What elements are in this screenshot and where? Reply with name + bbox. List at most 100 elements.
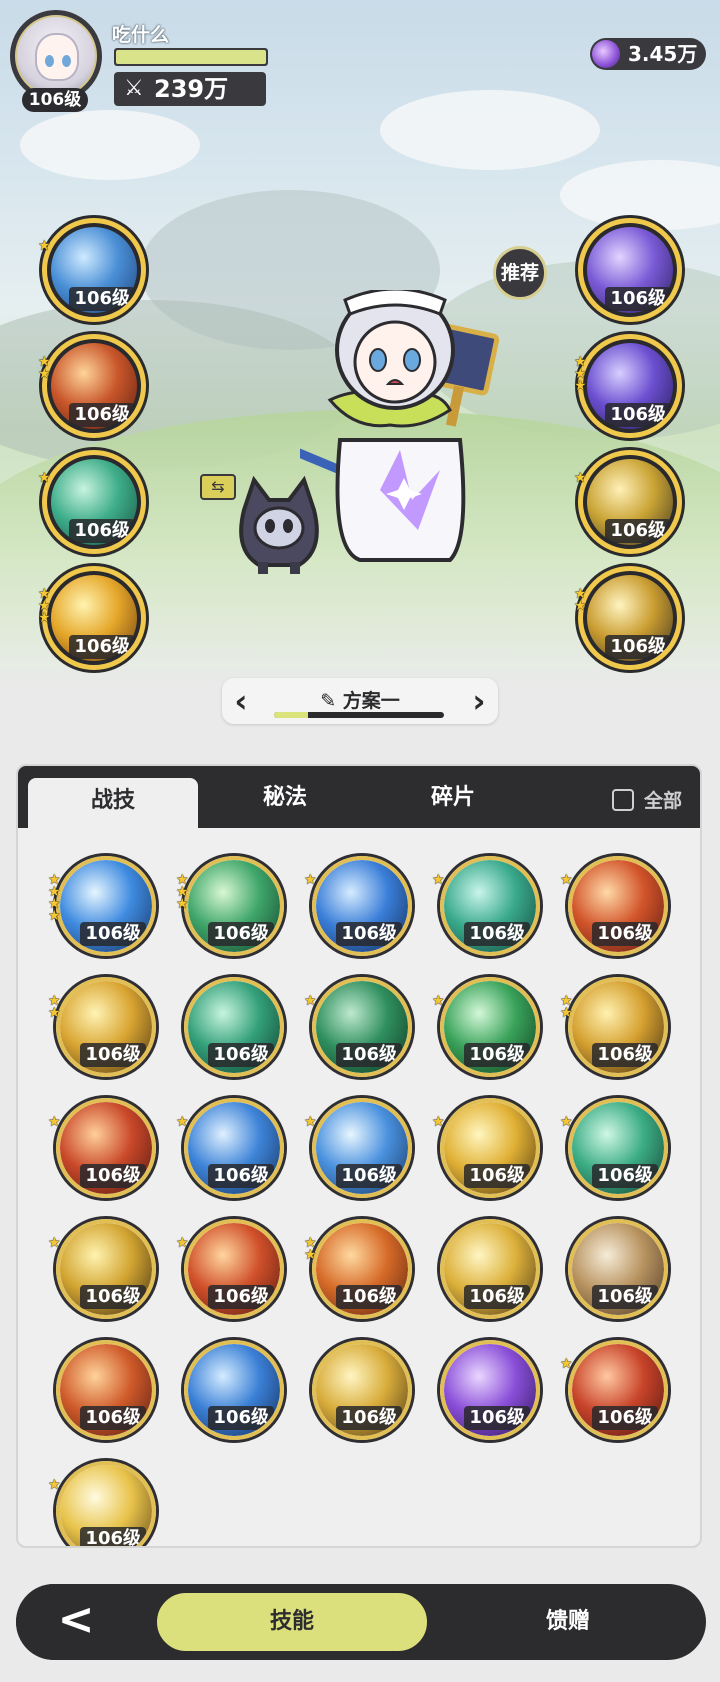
- cloud: [20, 110, 200, 180]
- chevron-left-icon: <: [57, 1594, 95, 1645]
- skill-item[interactable]: 106级 ★: [176, 1094, 292, 1206]
- skill-item[interactable]: 106级 ★ ★: [304, 1215, 420, 1327]
- equipped-skill-slot[interactable]: 106级: [42, 218, 146, 322]
- skill-item[interactable]: 106级 ★: [432, 1094, 548, 1206]
- skill-level: 106级: [592, 1406, 658, 1430]
- skill-item[interactable]: 106级 ★: [176, 1215, 292, 1327]
- skill-icon-frame: 106级: [56, 1098, 156, 1198]
- skill-item[interactable]: 106级: [308, 1336, 420, 1448]
- star-rating: ★: [176, 1114, 189, 1130]
- next-plan-button[interactable]: ›: [464, 682, 494, 720]
- star-rating: ★ ★: [574, 586, 587, 614]
- skill-level: 106级: [80, 1285, 146, 1309]
- skill-item[interactable]: 106级 ★: [560, 1336, 676, 1448]
- star-rating: ★: [432, 1114, 445, 1130]
- skill-icon-frame: 106级: [312, 977, 412, 1077]
- skill-level: 106级: [464, 1043, 530, 1067]
- crossed-swords-icon: ⚔: [124, 76, 144, 101]
- skill-icon-frame: 106级: [568, 1340, 668, 1440]
- currency-display[interactable]: 3.45万: [590, 38, 706, 70]
- skill-icon-frame: 106级: [56, 1219, 156, 1319]
- skill-icon-frame: 106级: [56, 1461, 156, 1546]
- back-button[interactable]: <: [16, 1584, 136, 1660]
- plan-name[interactable]: ✎ 方案一: [222, 686, 498, 713]
- skill-level: 106级: [80, 1164, 146, 1188]
- equipped-skill-slot[interactable]: 106级: [578, 334, 682, 438]
- skill-icon-frame: 106级: [184, 1098, 284, 1198]
- recommend-button[interactable]: 推荐: [493, 246, 547, 300]
- skill-level: 106级: [464, 1164, 530, 1188]
- star-rating: ★: [38, 238, 51, 254]
- skill-panel: 战技 秘法 碎片 全部 106级 ★ ★ ★ ★ 106级 ★ ★ ★ 106级 ★ 106级 ★ 106…: [16, 764, 702, 1548]
- skill-level: 106级: [464, 1285, 530, 1309]
- star-rating: ★ ★ ★ ★: [48, 872, 61, 924]
- skill-level: 106级: [208, 1164, 274, 1188]
- skill-level: 106级: [80, 1406, 146, 1430]
- skill-level: 106级: [69, 403, 135, 427]
- skill-icon-frame: 106级: [568, 1098, 668, 1198]
- skill-item[interactable]: 106级: [52, 1336, 164, 1448]
- equipped-skill-slot[interactable]: 106级: [42, 334, 146, 438]
- skill-level: 106级: [208, 922, 274, 946]
- skill-item[interactable]: 106级 ★: [432, 973, 548, 1085]
- plan-indicator-fill: [274, 712, 308, 718]
- skill-icon-frame: 106级: [440, 1340, 540, 1440]
- skill-icon-frame: 106级: [56, 856, 156, 956]
- skill-item[interactable]: 106级 ★ ★: [48, 973, 164, 1085]
- equipped-skill-slot[interactable]: 106级: [42, 450, 146, 554]
- equipped-skill-slot[interactable]: 106级: [578, 566, 682, 670]
- player-level-badge: 106级: [22, 88, 88, 112]
- star-rating: ★: [432, 993, 445, 1009]
- equipped-skill-slot[interactable]: 106级: [42, 566, 146, 670]
- skill-icon-frame: 106级: [440, 1098, 540, 1198]
- skill-item[interactable]: 106级: [436, 1336, 548, 1448]
- equipped-skill-slot[interactable]: 106级: [578, 218, 682, 322]
- skill-level: 106级: [69, 519, 135, 543]
- tab-secret-arts[interactable]: 秘法: [210, 766, 360, 828]
- skill-item[interactable]: 106级: [436, 1215, 548, 1327]
- pet-companion: [239, 475, 319, 574]
- skill-item[interactable]: 106级 ★ ★: [560, 973, 676, 1085]
- skill-icon-frame: 106级: [56, 977, 156, 1077]
- skill-item[interactable]: 106级: [180, 973, 292, 1085]
- skill-item[interactable]: 106级 ★: [304, 852, 420, 964]
- star-rating: ★: [38, 470, 51, 486]
- skill-level: 106级: [336, 922, 402, 946]
- skill-level: 106级: [69, 635, 135, 659]
- star-rating: ★: [560, 1114, 573, 1130]
- skill-item[interactable]: 106级 ★ ★ ★: [176, 852, 292, 964]
- star-rating: ★: [560, 872, 573, 888]
- skill-item[interactable]: 106级 ★: [48, 1457, 164, 1546]
- nav-skills-tab[interactable]: 技能: [154, 1590, 430, 1654]
- skill-item[interactable]: 106级 ★: [48, 1215, 164, 1327]
- star-rating: ★: [176, 1235, 189, 1251]
- combat-power: ⚔ 239万: [114, 72, 266, 106]
- show-all-checkbox[interactable]: 全部: [611, 786, 682, 813]
- nav-gift-tab[interactable]: 馈赠: [446, 1590, 690, 1654]
- exp-bar: [114, 48, 268, 66]
- skill-item[interactable]: 106级 ★: [48, 1094, 164, 1206]
- skill-icon-frame: 106级: [184, 977, 284, 1077]
- skill-icon-frame: 106级: [184, 856, 284, 956]
- skill-item[interactable]: 106级: [180, 1336, 292, 1448]
- skill-level: 106级: [592, 1043, 658, 1067]
- tab-fragments[interactable]: 碎片: [378, 766, 528, 828]
- skill-level: 106级: [336, 1164, 402, 1188]
- star-rating: ★: [304, 872, 317, 888]
- skill-item[interactable]: 106级: [564, 1215, 676, 1327]
- skill-item[interactable]: 106级 ★: [304, 973, 420, 1085]
- currency-value: 3.45万: [628, 42, 698, 66]
- skill-item[interactable]: 106级 ★: [560, 1094, 676, 1206]
- avatar-eye: [45, 55, 54, 67]
- tab-combat-skills[interactable]: 战技: [28, 778, 198, 832]
- purple-gem-icon: [592, 40, 620, 68]
- skill-item[interactable]: 106级 ★: [432, 852, 548, 964]
- skill-level: 106级: [208, 1285, 274, 1309]
- star-rating: ★: [304, 993, 317, 1009]
- skill-item[interactable]: 106级 ★ ★ ★ ★: [48, 852, 164, 964]
- equipped-skill-slot[interactable]: 106级: [578, 450, 682, 554]
- skill-item[interactable]: 106级 ★: [304, 1094, 420, 1206]
- skill-item[interactable]: 106级 ★: [560, 852, 676, 964]
- star-rating: ★ ★: [38, 354, 51, 382]
- skill-level: 106级: [592, 1164, 658, 1188]
